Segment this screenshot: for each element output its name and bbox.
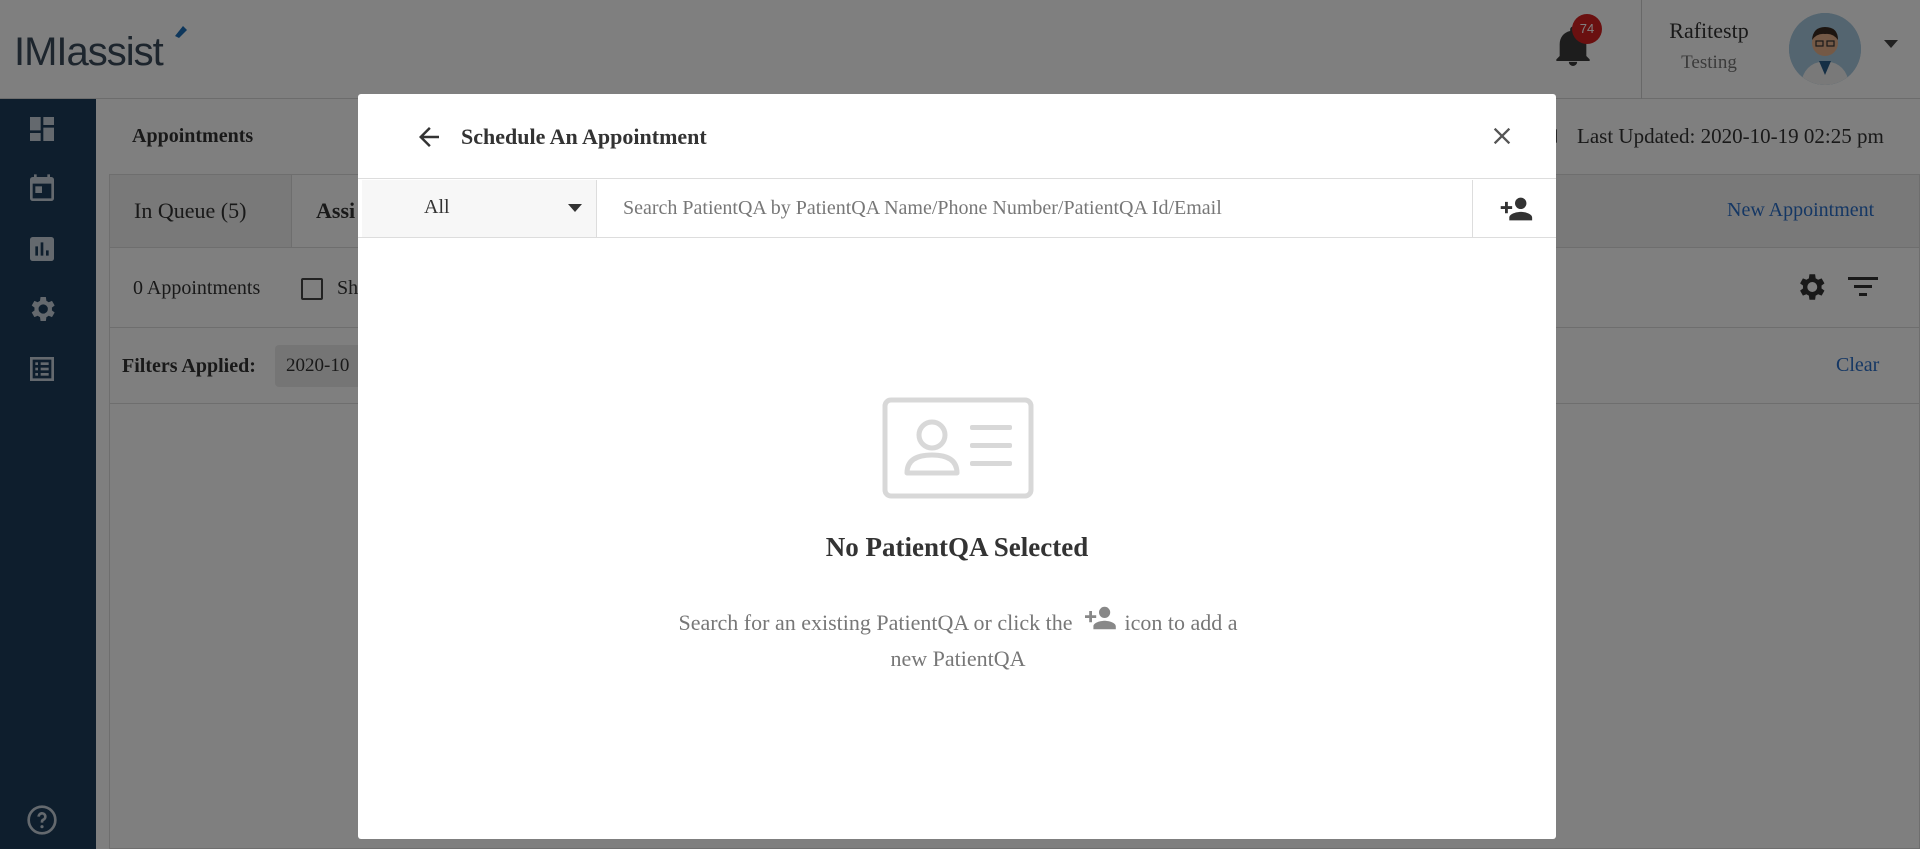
close-icon[interactable] <box>1488 122 1516 150</box>
add-person-icon <box>1500 197 1533 221</box>
modal-title: Schedule An Appointment <box>461 124 707 149</box>
search-row: All <box>358 180 1556 238</box>
empty-state-description: Search for an existing PatientQA or clic… <box>658 604 1258 677</box>
empty-state-title: No PatientQA Selected <box>825 532 1089 562</box>
empty-desc-before: Search for an existing PatientQA or clic… <box>678 610 1073 635</box>
patient-search-input[interactable] <box>598 180 1472 237</box>
search-filter-select[interactable]: All <box>362 180 597 237</box>
add-patient-button[interactable] <box>1472 180 1556 237</box>
caret-down-icon <box>568 204 582 212</box>
arrow-left-icon[interactable] <box>414 122 444 152</box>
search-filter-value: All <box>424 196 450 218</box>
modal-header: Schedule An Appointment <box>358 94 1556 179</box>
schedule-appointment-modal: Schedule An Appointment All No PatientQA… <box>358 94 1556 839</box>
id-card-icon <box>882 397 1034 499</box>
add-person-icon <box>1084 606 1116 630</box>
